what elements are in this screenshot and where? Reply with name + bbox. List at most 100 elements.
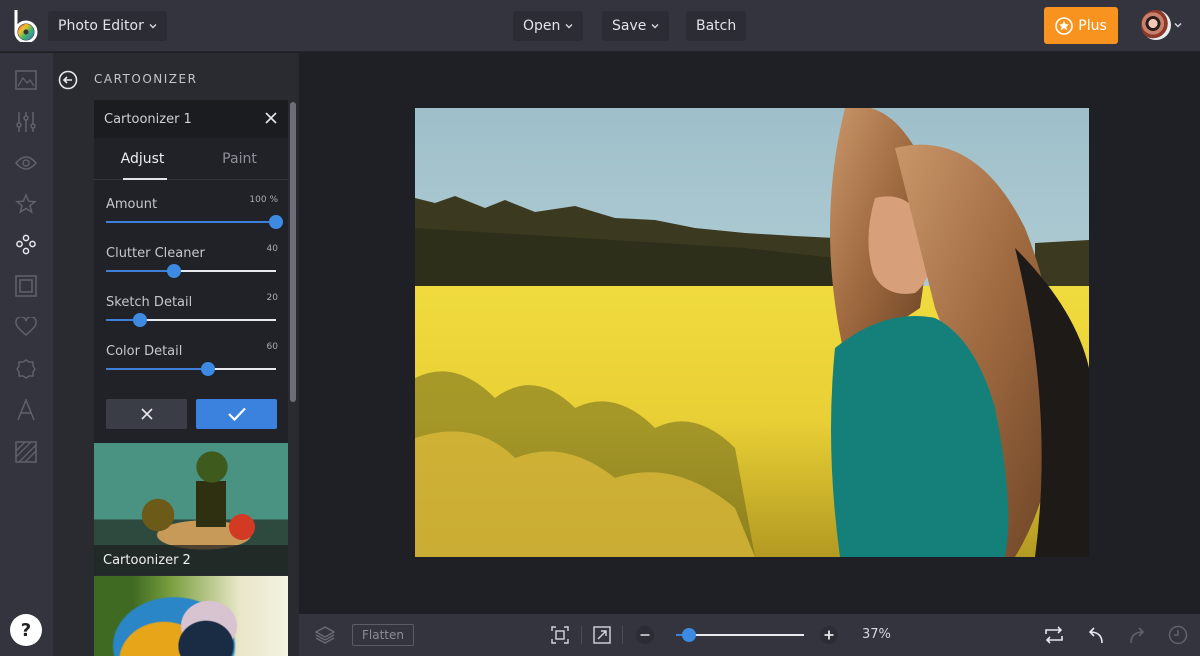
panel-title: CARTOONIZER xyxy=(94,72,198,86)
user-avatar[interactable] xyxy=(1141,10,1171,40)
fit-screen-icon xyxy=(551,626,569,644)
undo-icon xyxy=(1088,627,1103,644)
color-detail-slider: Color Detail 60 xyxy=(106,340,278,376)
card-title: Cartoonizer 1 xyxy=(104,111,192,127)
top-bar: Photo Editor Open Save Batch Plus xyxy=(0,0,1200,52)
slider-value: 40 xyxy=(266,244,278,254)
rail-item-effects[interactable] xyxy=(14,192,38,216)
rail-item-artsy[interactable] xyxy=(14,233,38,257)
slider-track[interactable] xyxy=(106,264,276,278)
minus-icon xyxy=(636,626,654,644)
flatten-button[interactable]: Flatten xyxy=(352,624,414,646)
texture-icon xyxy=(15,441,37,463)
canvas-area xyxy=(299,53,1200,614)
sketch-detail-slider: Sketch Detail 20 xyxy=(106,291,278,327)
preset-label: Cartoonizer 2 xyxy=(94,545,288,575)
cancel-button[interactable] xyxy=(106,399,187,429)
chevron-down-icon[interactable] xyxy=(1174,21,1182,29)
zoom-out-button[interactable] xyxy=(635,625,655,645)
text-icon xyxy=(17,399,35,421)
slider-thumb[interactable] xyxy=(133,313,147,327)
artsy-icon xyxy=(16,234,36,255)
slider-track[interactable] xyxy=(106,362,276,376)
active-tab-indicator xyxy=(123,178,167,180)
amount-slider: Amount 100 % xyxy=(106,193,283,229)
slider-label: Clutter Cleaner xyxy=(106,246,205,261)
star-badge-icon xyxy=(1055,16,1074,35)
slider-track[interactable] xyxy=(106,313,276,327)
preset-cartoonizer-3[interactable] xyxy=(94,576,288,656)
canvas-photo[interactable] xyxy=(415,108,1089,557)
redo-button[interactable] xyxy=(1127,625,1147,645)
befunky-logo-icon[interactable] xyxy=(12,8,40,42)
rail-item-graphics[interactable] xyxy=(14,357,38,381)
tab-paint[interactable]: Paint xyxy=(191,138,288,179)
apply-button[interactable] xyxy=(196,399,277,429)
card-header: Cartoonizer 1 xyxy=(94,100,288,138)
slider-fill xyxy=(106,221,276,223)
batch-button[interactable]: Batch xyxy=(686,11,747,41)
chevron-down-icon xyxy=(149,24,157,29)
open-menu[interactable]: Open xyxy=(513,11,584,41)
expand-icon xyxy=(593,626,611,644)
panel-header: CARTOONIZER xyxy=(53,53,299,101)
compare-swap-icon xyxy=(1045,626,1063,644)
rail-item-edit[interactable] xyxy=(14,68,38,92)
back-arrow-icon[interactable] xyxy=(58,70,78,90)
badge-icon xyxy=(16,359,36,379)
zoom-in-button[interactable] xyxy=(819,625,839,645)
rail-item-frames[interactable] xyxy=(14,274,38,298)
rail-item-textures[interactable] xyxy=(14,440,38,464)
preset-cartoonizer-2[interactable]: Cartoonizer 2 xyxy=(94,443,288,575)
close-icon[interactable] xyxy=(264,111,278,125)
undo-button[interactable] xyxy=(1086,625,1106,645)
eye-icon xyxy=(15,156,37,170)
heart-icon xyxy=(15,317,37,336)
compare-button[interactable] xyxy=(1044,625,1064,645)
close-icon xyxy=(140,408,153,420)
save-menu[interactable]: Save xyxy=(602,11,670,41)
fit-to-screen-button[interactable] xyxy=(550,625,570,645)
slider-label: Sketch Detail xyxy=(106,295,193,310)
zoom-slider[interactable] xyxy=(676,628,804,642)
slider-thumb[interactable] xyxy=(269,215,283,229)
panel-scrollbar[interactable] xyxy=(290,102,296,402)
plus-icon xyxy=(820,626,838,644)
rail-item-touchup[interactable] xyxy=(14,315,38,339)
help-button[interactable]: ? xyxy=(10,614,42,646)
photo-editor-menu[interactable]: Photo Editor xyxy=(48,11,167,41)
zoom-level: 37% xyxy=(862,627,891,642)
star-icon xyxy=(15,193,37,214)
slider-value: 20 xyxy=(266,293,278,303)
rail-item-adjust[interactable] xyxy=(14,110,38,134)
clutter-cleaner-slider: Clutter Cleaner 40 xyxy=(106,242,278,278)
zoom-slider-thumb[interactable] xyxy=(681,628,696,642)
layers-button[interactable] xyxy=(315,625,335,645)
slider-thumb[interactable] xyxy=(201,362,215,376)
checkmark-icon xyxy=(227,407,246,422)
rail-item-text[interactable] xyxy=(14,398,38,422)
slider-label: Color Detail xyxy=(106,344,183,359)
cartoonizer-settings-card: Cartoonizer 1 Adjust Paint Amount 100 % … xyxy=(94,100,288,490)
chevron-down-icon xyxy=(651,24,659,29)
divider xyxy=(581,626,582,644)
actual-size-button[interactable] xyxy=(592,625,612,645)
tab-adjust[interactable]: Adjust xyxy=(94,138,191,179)
bottom-toolbar: Flatten 37% xyxy=(299,614,1200,656)
chevron-down-icon xyxy=(565,24,573,29)
plus-upgrade-button[interactable]: Plus xyxy=(1044,7,1118,44)
photo-editor-app: Photo Editor Open Save Batch Plus ? CART… xyxy=(0,0,1200,656)
redo-icon xyxy=(1130,627,1145,644)
history-button[interactable] xyxy=(1168,625,1188,645)
image-icon xyxy=(15,70,37,90)
slider-track[interactable] xyxy=(106,215,283,229)
tool-rail xyxy=(0,53,53,656)
cartoonizer-panel: CARTOONIZER Cartoonizer 1 Adjust Paint A… xyxy=(53,53,299,656)
clock-icon xyxy=(1168,625,1188,645)
rail-item-preview[interactable] xyxy=(14,151,38,175)
frame-icon xyxy=(15,275,37,297)
layers-icon xyxy=(315,626,335,644)
slider-thumb[interactable] xyxy=(167,264,181,278)
divider xyxy=(622,626,623,644)
slider-value: 100 % xyxy=(249,195,278,205)
